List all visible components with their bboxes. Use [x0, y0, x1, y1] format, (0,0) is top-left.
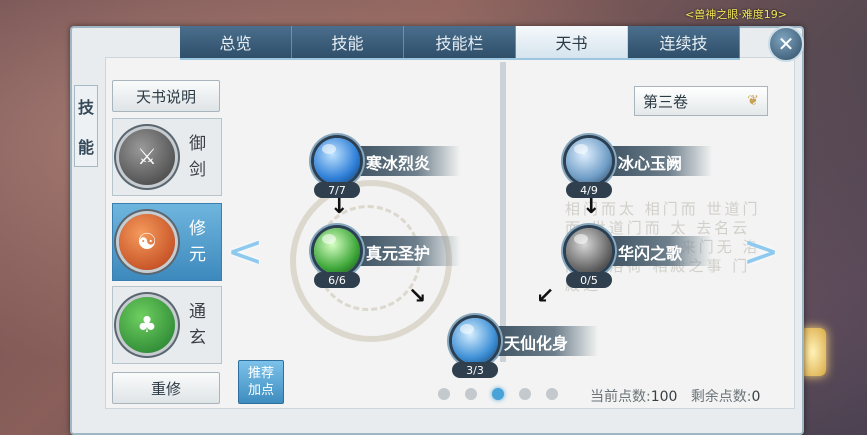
current-points-value: 100	[650, 389, 678, 405]
school-name: 御 剑	[189, 131, 206, 183]
skill-node-hanbing[interactable]: 寒冰烈炎 7/7	[314, 138, 461, 198]
skill-level: 6/6	[314, 272, 360, 288]
chevron-right-icon: >	[742, 225, 780, 277]
reset-button[interactable]: 重修	[112, 372, 220, 404]
volume-label: 第三卷	[643, 92, 689, 111]
tab-bar: 总览 技能 技能栏 天书 连续技	[180, 26, 740, 60]
skill-level: 7/7	[314, 182, 360, 198]
school-column: 天书说明	[112, 80, 220, 112]
side-title-char: 技	[77, 98, 94, 117]
page-divider	[500, 62, 506, 362]
skill-node-huashan[interactable]: 华闪之歌 0/5	[566, 228, 713, 288]
skill-level: 0/5	[566, 272, 612, 288]
school-xiuyuan[interactable]: ☯ 修 元	[112, 203, 222, 281]
skill-name: 冰心玉阙	[604, 146, 713, 176]
tab-tianshu[interactable]: 天书	[516, 26, 628, 58]
school-name: 修 元	[189, 216, 206, 268]
school-yujian[interactable]: ⚔ 御 剑	[112, 118, 222, 196]
prev-page-arrow[interactable]: <	[227, 225, 264, 277]
tab-skills[interactable]: 技能	[292, 26, 404, 58]
heal-skill-icon	[314, 228, 360, 274]
sword-emblem-icon: ⚔	[119, 129, 175, 185]
side-title-char: 能	[77, 138, 94, 157]
remaining-points-label: 剩余点数:	[690, 389, 752, 405]
page-dot[interactable]	[546, 388, 558, 400]
tab-combo[interactable]: 连续技	[628, 26, 740, 58]
skill-level: 3/3	[452, 362, 498, 378]
page-dot[interactable]	[438, 388, 450, 400]
feather-skill-icon	[566, 228, 612, 274]
fire-emblem-icon: ☯	[119, 214, 175, 270]
skill-name: 真元圣护	[352, 236, 461, 266]
current-points-label: 当前点数:	[590, 389, 651, 405]
figure-skill-icon	[566, 138, 612, 184]
skill-level: 4/9	[566, 182, 612, 198]
school-name-char: 御	[189, 134, 206, 154]
tianshu-explain-button[interactable]: 天书说明	[112, 80, 220, 112]
star-skill-icon	[452, 318, 498, 364]
next-page-arrow[interactable]: >	[743, 225, 780, 277]
school-name-char: 通	[189, 302, 206, 322]
arrow-down-right-icon: ↘	[408, 284, 427, 309]
school-name-char: 元	[189, 245, 206, 265]
skill-node-zhenyuan[interactable]: 真元圣护 6/6	[314, 228, 461, 288]
remaining-points-value: 0	[751, 389, 761, 405]
page-dot[interactable]	[519, 388, 531, 400]
volume-select[interactable]: 第三卷 ❦	[634, 86, 768, 116]
page-dot[interactable]	[465, 388, 477, 400]
school-name: 通 玄	[189, 299, 206, 351]
points-summary: 当前点数:100 剩余点数:0	[590, 386, 760, 406]
close-button[interactable]: ✕	[768, 26, 804, 62]
ice-skill-icon	[314, 138, 360, 184]
side-title: 技 能	[74, 85, 98, 167]
recommend-label: 推荐	[247, 366, 274, 381]
chevron-left-icon: <	[226, 225, 264, 277]
recommend-points-button[interactable]: 推荐 加点	[238, 360, 284, 404]
skill-node-tianxian[interactable]: 天仙化身 3/3	[452, 318, 599, 378]
skill-node-bingxin[interactable]: 冰心玉阙 4/9	[566, 138, 713, 198]
school-name-char: 玄	[189, 328, 206, 348]
chevron-down-icon: ❦	[747, 93, 759, 109]
school-tongxuan[interactable]: ♣ 通 玄	[112, 286, 222, 364]
nature-emblem-icon: ♣	[119, 297, 175, 353]
school-name-char: 剑	[189, 160, 206, 180]
skill-name: 天仙化身	[490, 326, 599, 356]
dungeon-title: <兽神之眼·难度19>	[685, 8, 787, 21]
skill-name: 华闪之歌	[604, 236, 713, 266]
tab-overview[interactable]: 总览	[180, 26, 292, 58]
school-name-char: 修	[189, 219, 206, 239]
close-icon: ✕	[777, 32, 795, 56]
page-indicator	[438, 388, 558, 400]
arrow-down-left-icon: ↙	[536, 284, 555, 309]
tab-skill-bar[interactable]: 技能栏	[404, 26, 516, 58]
recommend-label: 加点	[247, 383, 274, 398]
skill-name: 寒冰烈炎	[352, 146, 461, 176]
page-dot-active[interactable]	[492, 388, 504, 400]
